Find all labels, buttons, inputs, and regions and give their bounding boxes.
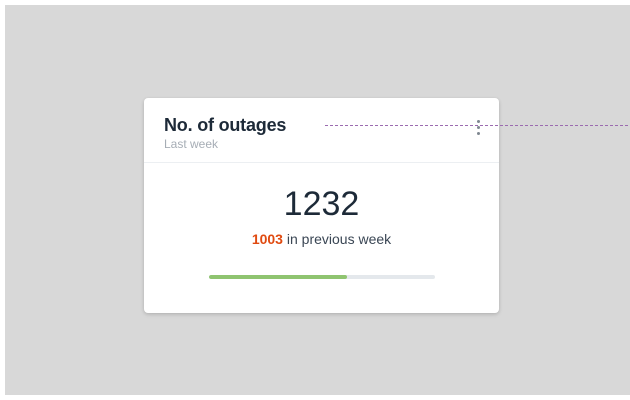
outage-count: 1232 xyxy=(283,185,360,223)
progress-bar xyxy=(209,275,435,279)
card-title: No. of outages xyxy=(164,115,287,135)
previous-week-label: in previous week xyxy=(282,231,392,247)
card-subtitle: Last week xyxy=(164,137,219,151)
previous-week-value: 1003 xyxy=(251,231,283,247)
previous-week-comparison: 1003 in previous week xyxy=(144,230,499,248)
canvas: No. of outages Last week 1232 1003 in pr… xyxy=(5,5,630,395)
progress-bar-fill xyxy=(209,275,347,279)
menu-dot xyxy=(476,119,480,123)
connector-line xyxy=(325,125,630,126)
